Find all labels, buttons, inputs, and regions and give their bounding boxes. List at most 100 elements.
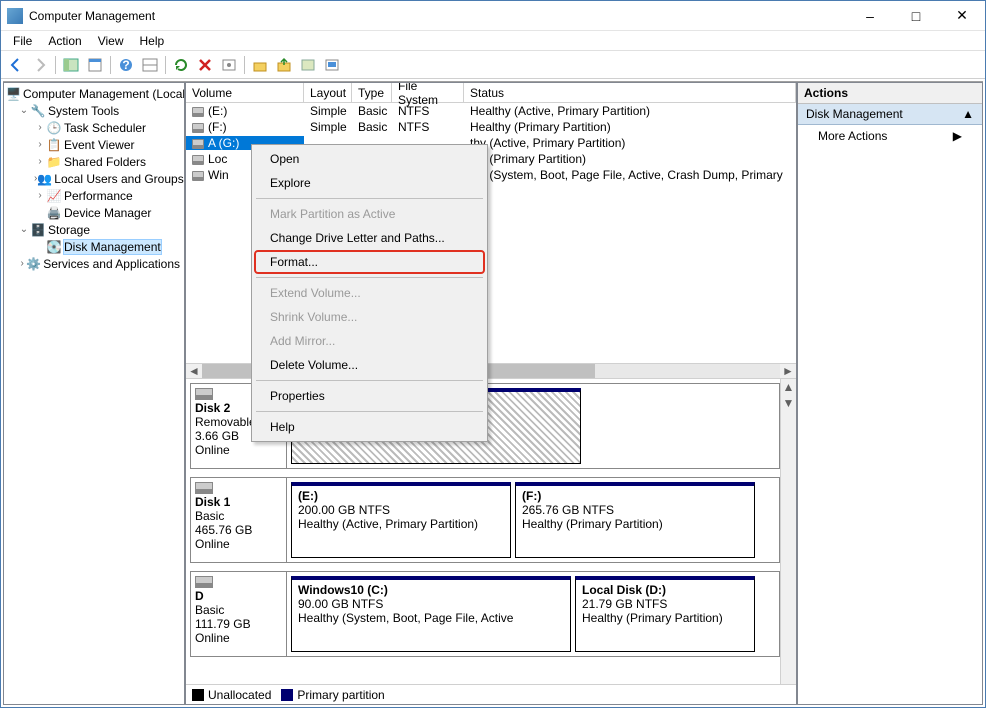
menu-action[interactable]: Action <box>40 32 89 50</box>
close-button[interactable]: ✕ <box>939 1 985 31</box>
volume-list-header: Volume Layout Type File System Status <box>186 83 796 103</box>
toolbar: ? <box>1 51 985 79</box>
scroll-up-icon[interactable]: ▲ <box>781 379 796 395</box>
toolbar-button[interactable] <box>297 54 319 76</box>
disk-icon <box>195 576 213 588</box>
menu-separator <box>256 277 483 278</box>
folder-icon: 📁 <box>46 154 62 170</box>
menu-view[interactable]: View <box>90 32 132 50</box>
partition[interactable]: Local Disk (D:)21.79 GB NTFSHealthy (Pri… <box>575 576 755 652</box>
partition[interactable]: (E:)200.00 GB NTFSHealthy (Active, Prima… <box>291 482 511 558</box>
disk-info: DBasic111.79 GBOnline <box>191 572 287 656</box>
actions-group[interactable]: Disk Management ▲ <box>798 104 982 125</box>
storage-icon: 🗄️ <box>30 222 46 238</box>
refresh-button[interactable] <box>170 54 192 76</box>
ctx-shrink: Shrink Volume... <box>254 305 485 329</box>
menu-separator <box>256 380 483 381</box>
ctx-change-letter[interactable]: Change Drive Letter and Paths... <box>254 226 485 250</box>
tree-task-scheduler[interactable]: ›🕒Task Scheduler <box>4 119 184 136</box>
volume-row[interactable]: (F:)SimpleBasicNTFSHealthy (Primary Part… <box>186 119 796 135</box>
collapse-icon[interactable]: ⌄ <box>18 224 30 235</box>
maximize-button[interactable]: □ <box>893 1 939 31</box>
minimize-button[interactable]: – <box>847 1 893 31</box>
tree-disk-management[interactable]: 💽Disk Management <box>4 238 184 255</box>
tree-performance[interactable]: ›📈Performance <box>4 187 184 204</box>
col-type[interactable]: Type <box>352 83 392 102</box>
toolbar-button[interactable] <box>273 54 295 76</box>
tree-shared-folders[interactable]: ›📁Shared Folders <box>4 153 184 170</box>
vertical-scrollbar[interactable]: ▲ ▼ <box>780 379 796 684</box>
app-icon <box>7 8 23 24</box>
col-filesystem[interactable]: File System <box>392 83 464 102</box>
expand-icon[interactable]: › <box>34 190 46 201</box>
expand-icon[interactable]: › <box>34 122 46 133</box>
ctx-properties[interactable]: Properties <box>254 384 485 408</box>
settings-button[interactable] <box>218 54 240 76</box>
col-layout[interactable]: Layout <box>304 83 352 102</box>
show-hide-tree-button[interactable] <box>60 54 82 76</box>
toolbar-button[interactable] <box>249 54 271 76</box>
device-icon: 🖨️ <box>46 205 62 221</box>
navigation-tree: 🖥️Computer Management (Local ⌄🔧System To… <box>3 82 185 705</box>
col-status[interactable]: Status <box>464 83 796 102</box>
tree-services[interactable]: ›⚙️Services and Applications <box>4 255 184 272</box>
tree-device-manager[interactable]: 🖨️Device Manager <box>4 204 184 221</box>
disk-icon: 💽 <box>46 239 62 255</box>
drive-icon <box>192 139 204 149</box>
menu-separator <box>256 198 483 199</box>
forward-button[interactable] <box>29 54 51 76</box>
partition[interactable]: Windows10 (C:)90.00 GB NTFSHealthy (Syst… <box>291 576 571 652</box>
menu-help[interactable]: Help <box>132 32 173 50</box>
disk-block: DBasic111.79 GBOnlineWindows10 (C:)90.00… <box>190 571 780 657</box>
tree-storage[interactable]: ⌄🗄️Storage <box>4 221 184 238</box>
disk-icon <box>195 388 213 400</box>
col-volume[interactable]: Volume <box>186 83 304 102</box>
toolbar-button[interactable] <box>321 54 343 76</box>
properties-button[interactable] <box>84 54 106 76</box>
services-icon: ⚙️ <box>26 256 41 272</box>
menu-file[interactable]: File <box>5 32 40 50</box>
actions-pane: Actions Disk Management ▲ More Actions ▶ <box>797 82 983 705</box>
context-menu: Open Explore Mark Partition as Active Ch… <box>251 144 488 442</box>
expand-icon[interactable]: › <box>34 139 46 150</box>
ctx-open[interactable]: Open <box>254 147 485 171</box>
collapse-icon[interactable]: ⌄ <box>18 105 30 116</box>
expand-icon[interactable]: › <box>18 258 26 269</box>
ctx-help[interactable]: Help <box>254 415 485 439</box>
actions-more-label: More Actions <box>818 129 887 143</box>
scroll-down-icon[interactable]: ▼ <box>781 395 796 411</box>
drive-icon <box>192 123 204 133</box>
actions-header: Actions <box>798 83 982 104</box>
submenu-arrow-icon: ▶ <box>953 129 962 143</box>
tree-root[interactable]: 🖥️Computer Management (Local <box>4 85 184 102</box>
tree-local-users[interactable]: ›👥Local Users and Groups <box>4 170 184 187</box>
scroll-left-icon[interactable]: ◄ <box>186 364 202 378</box>
help-button[interactable]: ? <box>115 54 137 76</box>
tree-system-tools[interactable]: ⌄🔧System Tools <box>4 102 184 119</box>
ctx-format[interactable]: Format... <box>254 250 485 274</box>
window-title: Computer Management <box>29 9 847 23</box>
actions-more[interactable]: More Actions ▶ <box>798 125 982 147</box>
tools-icon: 🔧 <box>30 103 46 119</box>
tree-event-viewer[interactable]: ›📋Event Viewer <box>4 136 184 153</box>
back-button[interactable] <box>5 54 27 76</box>
ctx-delete[interactable]: Delete Volume... <box>254 353 485 377</box>
primary-swatch <box>281 689 293 701</box>
users-icon: 👥 <box>37 171 52 187</box>
drive-icon <box>192 171 204 181</box>
menu-bar: File Action View Help <box>1 31 985 51</box>
ctx-explore[interactable]: Explore <box>254 171 485 195</box>
view-button[interactable] <box>139 54 161 76</box>
performance-icon: 📈 <box>46 188 62 204</box>
disk-block: Disk 1Basic465.76 GBOnline (E:)200.00 GB… <box>190 477 780 563</box>
toolbar-separator <box>165 56 166 74</box>
disk-info: Disk 1Basic465.76 GBOnline <box>191 478 287 562</box>
delete-button[interactable] <box>194 54 216 76</box>
scroll-right-icon[interactable]: ► <box>780 364 796 378</box>
volume-row[interactable]: (E:)SimpleBasicNTFSHealthy (Active, Prim… <box>186 103 796 119</box>
ctx-mark-active: Mark Partition as Active <box>254 202 485 226</box>
expand-icon[interactable]: › <box>34 156 46 167</box>
toolbar-separator <box>244 56 245 74</box>
ctx-extend: Extend Volume... <box>254 281 485 305</box>
partition[interactable]: (F:)265.76 GB NTFSHealthy (Primary Parti… <box>515 482 755 558</box>
